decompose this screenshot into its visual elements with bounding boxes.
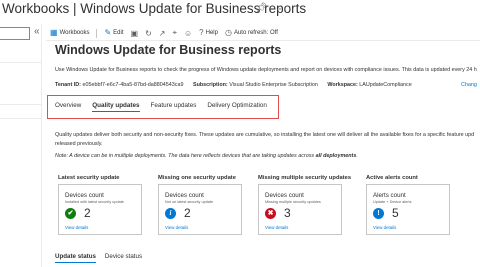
view-details-link[interactable]: View details	[373, 225, 396, 230]
pin-icon[interactable]: 📌︎	[255, 3, 268, 14]
quality-updates-description: Quality updates deliver both security an…	[55, 132, 475, 147]
clock-icon: ◷	[224, 28, 232, 37]
title-bar: Workbooks | Windows Update for Business …	[0, 0, 480, 20]
card-sublabel: Update + Device alerts	[373, 200, 412, 204]
edit-icon: ✎	[104, 28, 112, 37]
card-label: Devices count	[165, 192, 204, 199]
help-button[interactable]: ? Help	[199, 29, 218, 37]
tab-overview[interactable]: Overview	[55, 102, 81, 112]
info-circle-icon: i	[165, 208, 176, 219]
auto-refresh-button[interactable]: ◷ Auto refresh: Off	[225, 29, 278, 37]
toolbar-separator	[96, 28, 98, 38]
view-details-link[interactable]: View details	[165, 225, 188, 230]
card-missing-multiple: Devices count Missing multiple security …	[258, 184, 342, 235]
workbooks-icon: ▦	[50, 28, 58, 37]
card-label: Alerts count	[373, 192, 406, 199]
note-bold: all deployments	[315, 153, 357, 159]
error-circle-icon: ✖	[265, 208, 276, 219]
status-tabs: Update status Device status	[55, 253, 151, 263]
report-tabs: Overview Quality updates Feature updates…	[55, 102, 278, 112]
view-details-link[interactable]: View details	[65, 225, 88, 230]
subscription-value: Visual Studio Enterprise Subscription	[229, 82, 318, 88]
tab-feature-updates[interactable]: Feature updates	[151, 102, 197, 112]
card-title-missing-one: Missing one security update	[158, 175, 236, 181]
workbooks-label: Workbooks	[59, 30, 90, 36]
check-circle-icon: ✔	[65, 208, 76, 219]
change-link[interactable]: Chang	[461, 82, 477, 88]
collapse-icon[interactable]: «	[34, 26, 40, 37]
divider	[0, 118, 42, 119]
card-value: 3	[284, 206, 291, 220]
note-suffix: .	[356, 153, 358, 159]
auto-refresh-label: Auto refresh: Off	[233, 30, 278, 36]
note-prefix: Note: A device can be in multiple deploy…	[55, 153, 316, 159]
tab-update-status[interactable]: Update status	[55, 253, 96, 263]
card-title-latest-security: Latest security update	[58, 175, 120, 181]
help-icon: ?	[199, 28, 204, 37]
tab-quality-updates[interactable]: Quality updates	[92, 102, 140, 112]
view-details-link[interactable]: View details	[265, 225, 288, 230]
report-title: Windows Update for Business reports	[55, 43, 282, 57]
workbooks-button[interactable]: ▦ Workbooks	[50, 29, 89, 37]
card-label: Devices count	[265, 192, 304, 199]
card-label: Devices count	[65, 192, 104, 199]
toolbar-divider	[46, 40, 480, 41]
refresh-icon[interactable]: ↻	[145, 29, 152, 38]
card-missing-one: Devices count Not on latest security upd…	[158, 184, 242, 235]
smile-icon[interactable]: ☺	[184, 29, 192, 38]
tenant-label: Tenant ID:	[55, 82, 81, 88]
card-active-alerts: Alerts count Update + Device alerts ! 5 …	[366, 184, 450, 235]
card-title-missing-multiple: Missing multiple security updates	[258, 175, 352, 181]
share-icon[interactable]: ↗	[159, 29, 166, 38]
card-sublabel: Missing multiple security updates	[265, 200, 321, 204]
deployment-note: Note: A device can be in multiple deploy…	[55, 153, 358, 159]
tab-delivery-optimization[interactable]: Delivery Optimization	[207, 102, 267, 112]
tab-device-status[interactable]: Device status	[105, 253, 142, 263]
subscription-label: Subscription:	[192, 82, 228, 88]
edit-button[interactable]: ✎ Edit	[104, 29, 123, 37]
divider	[0, 104, 42, 105]
left-panel: «	[0, 24, 42, 267]
workspace-label: Workspace:	[327, 82, 358, 88]
pin-toolbar-icon[interactable]: ⌖	[172, 28, 177, 38]
tenant-value: e05ebbf7-e6c7-4ba5-87bd-da8804543ca9	[82, 82, 184, 88]
card-value: 5	[392, 206, 399, 220]
card-latest-security: Devices count Installed with latest secu…	[58, 184, 142, 235]
warning-circle-icon: !	[373, 208, 384, 219]
report-meta: Tenant ID: e05ebbf7-e6c7-4ba5-87bd-da880…	[55, 82, 412, 88]
save-icon[interactable]: ▣	[131, 29, 139, 38]
help-label: Help	[205, 30, 218, 36]
toolbar: ▦ Workbooks ✎ Edit ▣ ↻ ↗ ⌖ ☺ ? Help ◷ Auto r…	[50, 26, 285, 40]
card-sublabel: Not on latest security update	[165, 200, 214, 204]
card-sublabel: Installed with latest security update	[65, 200, 124, 204]
report-intro: Use Windows Update for Business reports …	[55, 67, 477, 73]
card-title-active-alerts: Active alerts count	[366, 175, 418, 181]
workspace-value: LAUpdateCompliance	[359, 82, 412, 88]
card-value: 2	[184, 206, 191, 220]
card-value: 2	[84, 206, 91, 220]
search-input[interactable]	[0, 27, 30, 40]
more-options-button[interactable]: ···	[278, 1, 293, 15]
edit-label: Edit	[113, 30, 124, 36]
divider	[0, 62, 42, 63]
